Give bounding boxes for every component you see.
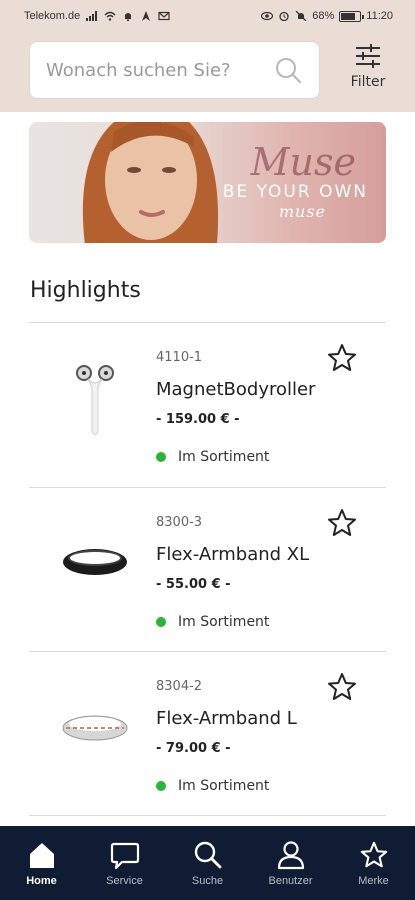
banner-script-text: Muse: [250, 140, 356, 184]
header: Filter: [0, 32, 415, 112]
nav-label: Service: [106, 874, 143, 887]
eye-icon: [261, 11, 274, 21]
divider: [29, 815, 386, 816]
nav-service[interactable]: Service: [85, 840, 165, 887]
battery-percent: 68%: [312, 10, 335, 22]
search-input[interactable]: [46, 59, 273, 81]
filter-sliders-icon: [356, 44, 380, 68]
nav-label: Merke: [358, 874, 389, 887]
availability-dot-icon: [156, 452, 166, 462]
product-card[interactable]: 8304-2 Flex-Armband L - 79.00 € - Im Sor…: [0, 651, 415, 815]
notification-bell-icon: [125, 13, 132, 21]
product-code: 4110-1: [156, 350, 203, 365]
status-bar: Telekom.de 68% 11:20: [0, 0, 415, 32]
filter-label: Filter: [350, 74, 386, 90]
banner-subtitle: muse: [278, 202, 326, 221]
filter-button[interactable]: Filter: [346, 44, 390, 90]
availability-label: Im Sortiment: [178, 449, 270, 465]
wifi-icon: [104, 11, 116, 21]
nav-merke[interactable]: Merke: [334, 840, 414, 887]
search-icon: [194, 841, 221, 868]
bottom-nav: Home Service Suche Benutzer Merke: [0, 826, 415, 900]
user-icon: [277, 840, 304, 869]
bodyroller-image: [50, 352, 140, 442]
search-bar[interactable]: [29, 41, 320, 99]
section-title: Highlights: [30, 278, 141, 303]
product-name[interactable]: Flex-Armband XL: [156, 544, 309, 565]
carrier-label: Telekom.de: [24, 10, 81, 22]
product-price: - 159.00 € -: [156, 412, 240, 427]
product-name[interactable]: MagnetBodyroller: [156, 379, 315, 400]
product-card[interactable]: 8300-3 Flex-Armband XL - 55.00 € - Im So…: [0, 487, 415, 651]
model-portrait-image: [82, 122, 219, 243]
availability-label: Im Sortiment: [178, 778, 270, 794]
availability-status: Im Sortiment: [156, 614, 269, 630]
star-icon: [360, 841, 387, 867]
availability-status: Im Sortiment: [156, 449, 269, 465]
alarm-icon: [279, 11, 289, 21]
product-name[interactable]: Flex-Armband L: [156, 708, 297, 729]
navigation-icon: [142, 11, 151, 21]
black-bracelet-image: [50, 517, 140, 607]
banner-title: BE YOUR OWN: [222, 182, 368, 202]
battery-icon: [339, 10, 365, 22]
promo-banner[interactable]: Muse BE YOUR OWN muse: [29, 122, 386, 243]
nav-suche[interactable]: Suche: [168, 840, 248, 887]
product-code: 8300-3: [156, 515, 203, 530]
product-code: 8304-2: [156, 679, 203, 694]
availability-dot-icon: [156, 781, 166, 791]
home-icon: [29, 842, 54, 868]
availability-dot-icon: [156, 617, 166, 627]
nav-label: Benutzer: [268, 874, 313, 887]
availability-label: Im Sortiment: [178, 614, 270, 630]
nav-label: Suche: [191, 874, 224, 887]
search-icon[interactable]: [273, 55, 303, 85]
product-price: - 55.00 € -: [156, 577, 231, 592]
nav-benutzer[interactable]: Benutzer: [251, 840, 331, 887]
nav-home[interactable]: Home: [2, 840, 82, 887]
product-card[interactable]: 4110-1 MagnetBodyroller - 159.00 € - Im …: [0, 322, 415, 486]
star-icon[interactable]: [326, 342, 358, 374]
clock: 11:20: [366, 10, 393, 22]
mute-icon: [295, 11, 307, 21]
silver-bracelet-image: [50, 681, 140, 771]
signal-icon: [86, 11, 98, 21]
availability-status: Im Sortiment: [156, 778, 269, 794]
nav-label: Home: [26, 874, 57, 887]
star-icon[interactable]: [326, 671, 358, 703]
product-price: - 79.00 € -: [156, 741, 231, 756]
star-icon[interactable]: [326, 507, 358, 539]
mail-icon: [158, 11, 170, 21]
chat-icon: [110, 842, 139, 869]
